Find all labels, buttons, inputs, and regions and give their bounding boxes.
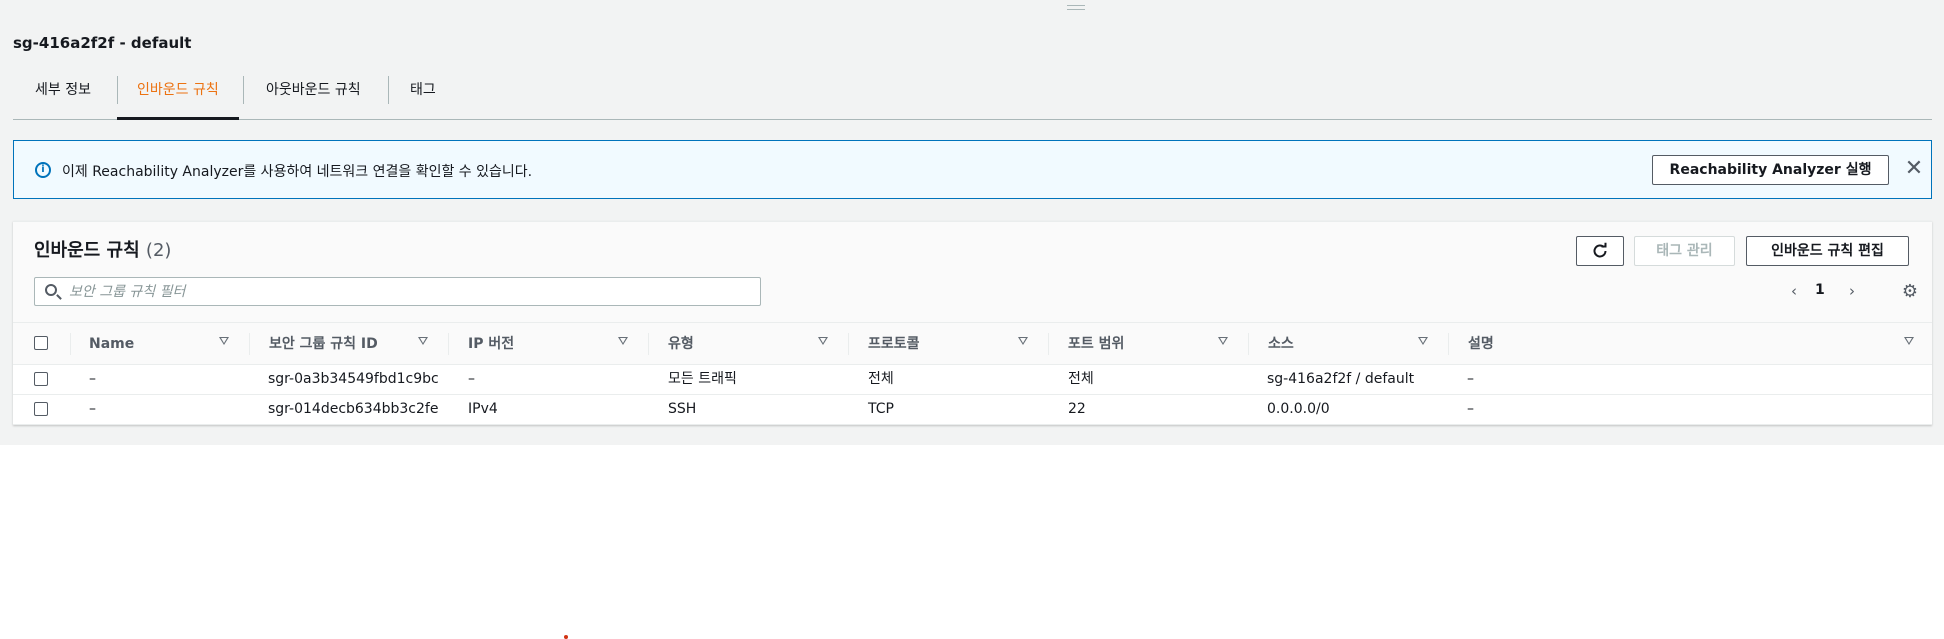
cell-type: 모든 트래픽: [668, 371, 737, 387]
row-checkbox[interactable]: [34, 372, 48, 386]
drag-handle[interactable]: [1067, 5, 1085, 10]
cell-description: –: [1467, 401, 1474, 417]
cell-port-range: 22: [1068, 401, 1086, 417]
refresh-button[interactable]: [1576, 236, 1624, 266]
column-divider: [848, 333, 849, 355]
column-header-description[interactable]: 설명: [1468, 323, 1494, 365]
info-icon: i: [35, 162, 51, 178]
pagination-prev-button[interactable]: ‹: [1786, 282, 1802, 304]
sort-icon[interactable]: [418, 337, 428, 345]
cell-description: –: [1467, 371, 1474, 387]
sort-icon[interactable]: [219, 337, 229, 345]
inbound-rules-panel: 인바운드 규칙 (2) 태그 관리 인바운드 규칙 편집 ‹ 1 › ⚙ Nam…: [13, 221, 1932, 425]
cell-name: –: [89, 401, 96, 417]
column-header-name[interactable]: Name: [89, 323, 134, 365]
cursor-dot: [564, 635, 568, 639]
close-icon[interactable]: ✕: [1900, 155, 1928, 183]
cell-protocol: 전체: [868, 371, 894, 387]
edit-inbound-rules-button[interactable]: 인바운드 규칙 편집: [1746, 236, 1909, 266]
sort-icon[interactable]: [1218, 337, 1228, 345]
tab-inbound-rules[interactable]: 인바운드 규칙: [117, 72, 239, 120]
cell-port-range: 전체: [1068, 371, 1094, 387]
split-panel: sg-416a2f2f - default 세부 정보 인바운드 규칙 아웃바운…: [0, 0, 1944, 445]
tab-divider: [243, 76, 244, 104]
search-filter[interactable]: [34, 277, 761, 306]
cell-ip-version: IPv4: [468, 401, 498, 417]
table-header: Name 보안 그룹 규칙 ID IP 버전 유형 프로토콜 포트 범위 소스 …: [13, 322, 1932, 365]
panel-title: 인바운드 규칙 (2): [34, 236, 171, 262]
gear-icon[interactable]: ⚙: [1900, 282, 1920, 302]
column-header-ip-version[interactable]: IP 버전: [468, 323, 514, 365]
row-checkbox[interactable]: [34, 402, 48, 416]
column-header-protocol[interactable]: 프로토콜: [868, 323, 920, 365]
cell-type: SSH: [668, 401, 697, 417]
table-row[interactable]: – sgr-0a3b34549fbd1c9bc – 모든 트래픽 전체 전체 s…: [13, 365, 1932, 395]
pagination-next-button[interactable]: ›: [1844, 282, 1860, 304]
column-divider: [1248, 333, 1249, 355]
tab-details[interactable]: 세부 정보: [35, 72, 91, 120]
cell-source: sg-416a2f2f / default: [1267, 371, 1415, 387]
select-all-checkbox[interactable]: [34, 336, 48, 350]
tab-outbound-rules[interactable]: 아웃바운드 규칙: [266, 72, 361, 120]
tab-bar: 세부 정보 인바운드 규칙 아웃바운드 규칙 태그: [13, 72, 1932, 120]
column-header-source[interactable]: 소스: [1268, 323, 1294, 365]
info-banner: i 이제 Reachability Analyzer를 사용하여 네트워크 연결…: [13, 140, 1932, 199]
column-divider: [70, 333, 71, 355]
sort-icon[interactable]: [1018, 337, 1028, 345]
cell-rule-id: sgr-0a3b34549fbd1c9bc: [268, 371, 439, 387]
search-icon: [45, 284, 57, 296]
manage-tags-button[interactable]: 태그 관리: [1634, 236, 1735, 266]
sort-icon[interactable]: [618, 337, 628, 345]
tab-tags[interactable]: 태그: [410, 72, 436, 120]
cell-protocol: TCP: [868, 401, 894, 417]
column-header-port-range[interactable]: 포트 범위: [1068, 323, 1124, 365]
column-divider: [1048, 333, 1049, 355]
column-header-rule-id[interactable]: 보안 그룹 규칙 ID: [269, 323, 378, 365]
panel-title-text: 인바운드 규칙: [34, 240, 140, 261]
banner-message: 이제 Reachability Analyzer를 사용하여 네트워크 연결을 …: [62, 164, 533, 180]
cell-name: –: [89, 371, 96, 387]
security-group-title: sg-416a2f2f - default: [13, 34, 192, 52]
column-divider: [648, 333, 649, 355]
cell-ip-version: –: [468, 371, 475, 387]
table-row[interactable]: – sgr-014decb634bb3c2fe IPv4 SSH TCP 22 …: [13, 395, 1932, 425]
tab-divider: [388, 76, 389, 104]
cell-source: 0.0.0.0/0: [1267, 401, 1330, 417]
sort-icon[interactable]: [1418, 337, 1428, 345]
column-divider: [1448, 333, 1449, 355]
refresh-icon: [1593, 242, 1607, 258]
pagination-page-number[interactable]: 1: [1815, 282, 1835, 298]
search-input[interactable]: [69, 281, 749, 303]
rule-count: (2): [145, 240, 172, 261]
sort-icon[interactable]: [818, 337, 828, 345]
column-header-type[interactable]: 유형: [668, 323, 694, 365]
column-divider: [448, 333, 449, 355]
cell-rule-id: sgr-014decb634bb3c2fe: [268, 401, 439, 417]
run-reachability-analyzer-button[interactable]: Reachability Analyzer 실행: [1652, 155, 1889, 185]
sort-icon[interactable]: [1904, 337, 1914, 345]
column-divider: [249, 333, 250, 355]
